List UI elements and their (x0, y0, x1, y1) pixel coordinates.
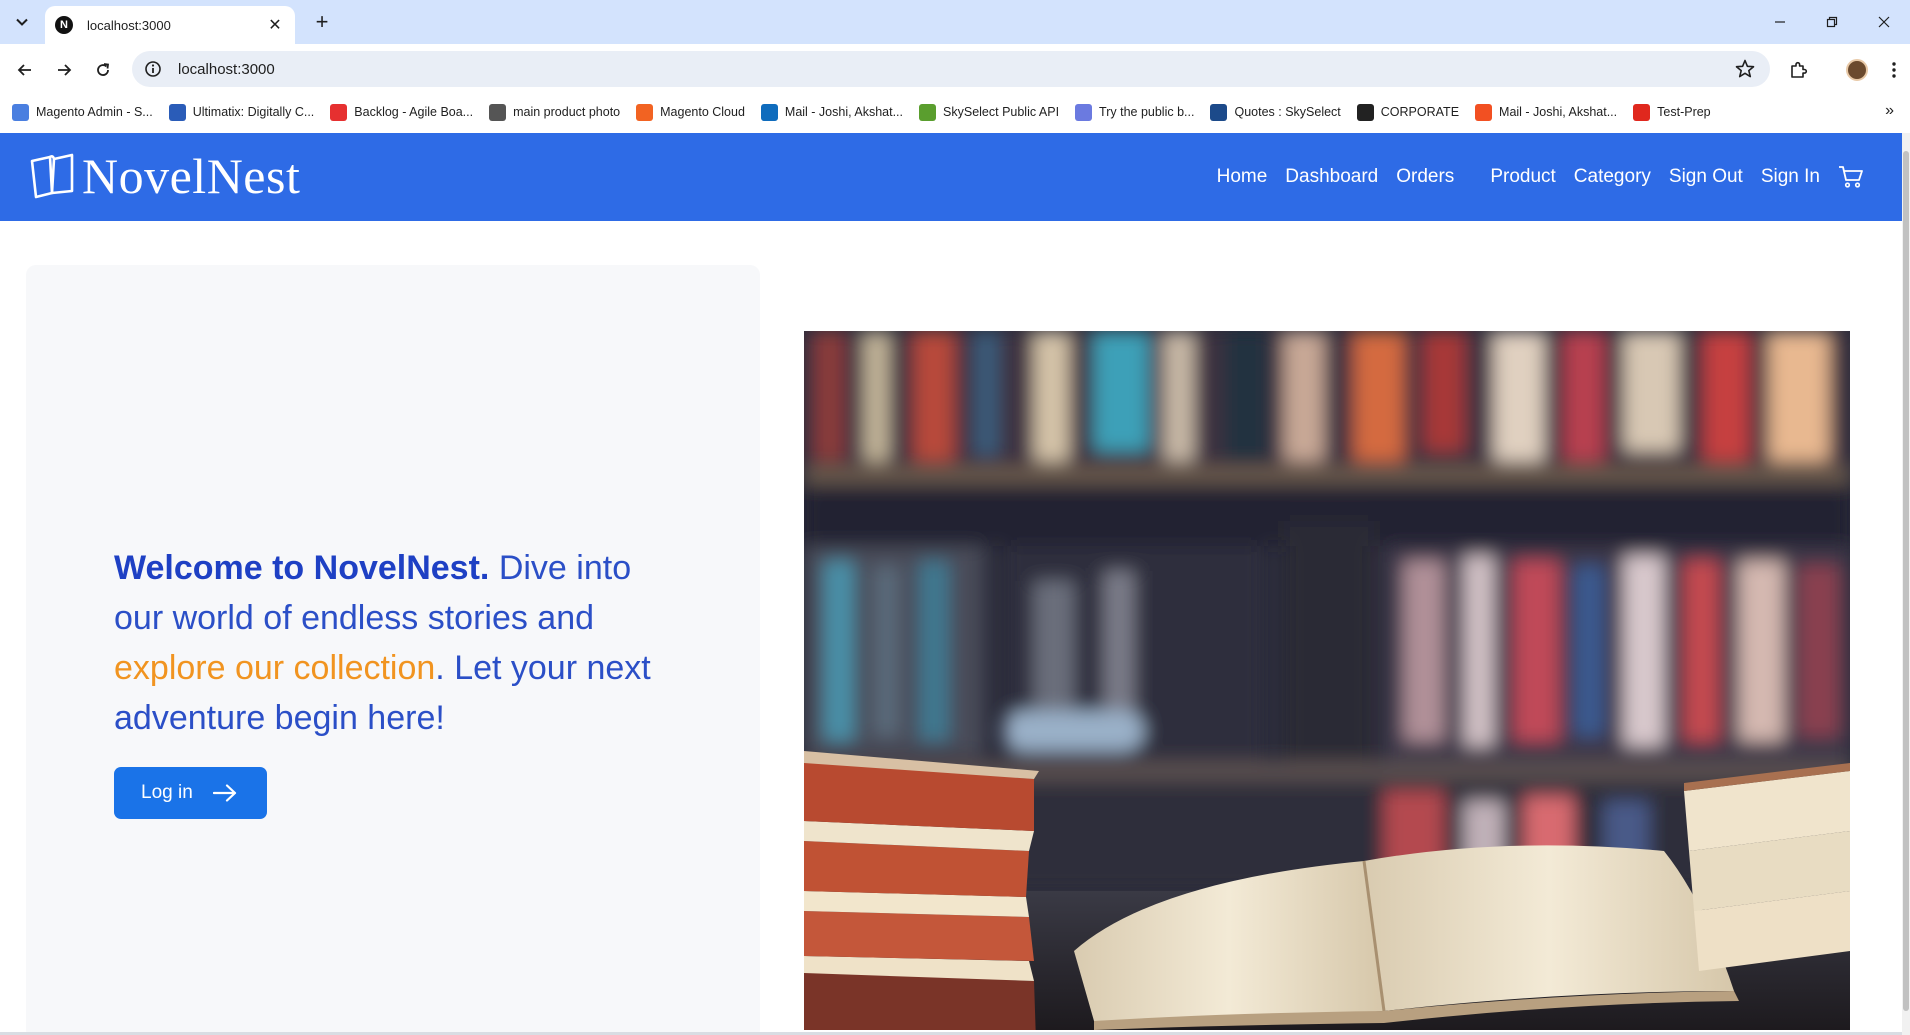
profile-button[interactable] (1842, 55, 1872, 85)
bookmark-item[interactable]: Test-Prep (1633, 103, 1711, 121)
bookmark-item[interactable]: CORPORATE (1356, 103, 1460, 121)
skyselect-api-icon (919, 103, 937, 121)
bookmark-item[interactable]: main product photo (489, 103, 621, 121)
page-scrollbar[interactable] (1902, 133, 1910, 1035)
bookmark-label: SkySelect Public API (943, 105, 1060, 119)
address-bar[interactable]: localhost:3000 (132, 51, 1770, 87)
url-text[interactable]: localhost:3000 (178, 61, 275, 78)
arrow-left-icon (17, 64, 31, 76)
chevron-down-icon (16, 18, 28, 26)
nav-home[interactable]: Home (1217, 166, 1268, 188)
bookmark-label: Mail - Joshi, Akshat... (1499, 105, 1618, 119)
tab-title: localhost:3000 (87, 17, 171, 33)
tab-strip: N localhost:3000 ✕ + (0, 0, 1910, 44)
backlog-icon (330, 103, 348, 121)
hero-heading-accent: explore our collection (114, 649, 436, 687)
magento-cloud-icon (636, 103, 654, 121)
bookmark-item[interactable]: Mail - Joshi, Akshat... (1475, 103, 1618, 121)
login-button[interactable]: Log in (114, 767, 267, 819)
bookmark-label: Quotes : SkySelect (1234, 105, 1341, 119)
back-button[interactable] (10, 55, 40, 85)
bookmark-label: CORPORATE (1380, 105, 1460, 119)
new-tab-button[interactable]: + (308, 8, 336, 36)
nav-sign-in[interactable]: Sign In (1761, 166, 1820, 188)
site-header: NovelNest Home Dashboard Orders Product … (0, 133, 1902, 221)
login-button-label: Log in (141, 782, 193, 803)
bookmark-label: Test-Prep (1657, 105, 1711, 119)
close-icon (1878, 16, 1890, 28)
skyselect-quotes-icon (1210, 103, 1228, 121)
corporate-icon (1356, 103, 1374, 121)
try-public-icon (1075, 103, 1093, 121)
arrow-right-icon (58, 64, 72, 76)
bookmark-item[interactable]: Magento Admin - S... (12, 103, 153, 121)
open-book-icon (30, 153, 74, 199)
scrollbar-thumb[interactable] (1903, 151, 1909, 1011)
forward-button[interactable] (49, 55, 79, 85)
bookmark-label: Ultimatix: Digitally C... (192, 105, 315, 119)
book-stack-left (804, 751, 1039, 1030)
hero-library-image (804, 331, 1850, 1030)
nav-sign-out[interactable]: Sign Out (1669, 166, 1743, 188)
test-prep-icon (1633, 103, 1651, 121)
site-info-icon[interactable] (144, 60, 162, 78)
puzzle-icon (1791, 61, 1808, 78)
ultimatix-icon (168, 103, 186, 121)
outlook-icon (760, 103, 778, 121)
bookmark-item[interactable]: Ultimatix: Digitally C... (168, 103, 315, 121)
microsoft-icon (1475, 103, 1493, 121)
hero-panel: Welcome to NovelNest. Dive into our worl… (26, 265, 760, 1035)
restore-button[interactable] (1806, 0, 1858, 44)
restore-icon (1826, 16, 1838, 28)
extensions-button[interactable] (1783, 55, 1813, 85)
bookmark-label: Mail - Joshi, Akshat... (784, 105, 904, 119)
main-nav: Home Dashboard Orders Product Category S… (1199, 133, 1864, 221)
hero-heading: Welcome to NovelNest. Dive into our worl… (114, 543, 674, 743)
bookmark-item[interactable]: Try the public b... (1075, 103, 1195, 121)
reload-icon (97, 63, 110, 76)
nextjs-favicon-icon: N (55, 16, 73, 34)
nav-category[interactable]: Category (1574, 166, 1651, 188)
bookmark-item[interactable]: Quotes : SkySelect (1210, 103, 1341, 121)
bookmark-item[interactable]: Magento Cloud (636, 103, 745, 121)
site-logo[interactable]: NovelNest (28, 147, 300, 205)
close-window-button[interactable] (1858, 0, 1910, 44)
shopping-cart-icon (1839, 166, 1863, 188)
browser-toolbar: localhost:3000 (0, 44, 1910, 94)
bookmark-label: Try the public b... (1099, 105, 1195, 119)
bookmark-star-icon[interactable] (1734, 58, 1756, 80)
logo-text: NovelNest (82, 148, 301, 204)
bookmark-item[interactable]: Backlog - Agile Boa... (330, 103, 474, 121)
reload-button[interactable] (88, 55, 118, 85)
nav-orders[interactable]: Orders (1396, 166, 1454, 188)
bookmark-label: Backlog - Agile Boa... (354, 105, 474, 119)
tab-search-button[interactable] (8, 10, 36, 34)
cart-button[interactable] (1838, 165, 1864, 189)
bookmark-label: main product photo (513, 105, 621, 119)
close-tab-icon[interactable]: ✕ (265, 15, 285, 35)
more-bookmarks-icon[interactable]: » (1885, 102, 1894, 120)
bookmark-label: Magento Admin - S... (36, 105, 153, 119)
browser-tab[interactable]: N localhost:3000 ✕ (45, 6, 295, 44)
bookmark-item[interactable]: Mail - Joshi, Akshat... (760, 103, 904, 121)
avatar (1846, 59, 1868, 81)
magento-admin-icon (12, 103, 29, 121)
window-controls (1754, 0, 1910, 44)
minimize-button[interactable] (1754, 0, 1806, 44)
browser-menu-button[interactable] (1879, 55, 1909, 85)
browser-window: N localhost:3000 ✕ + localhost:3000 Mage… (0, 0, 1910, 1035)
bookmark-label: Magento Cloud (660, 105, 745, 119)
book-stack-right (1684, 763, 1850, 971)
nav-product[interactable]: Product (1490, 166, 1555, 188)
bookmarks-bar: Magento Admin - S... Ultimatix: Digitally… (0, 94, 1910, 130)
minimize-icon (1775, 21, 1785, 23)
hero-heading-strong: Welcome to NovelNest. (114, 549, 490, 587)
arrow-right-icon (212, 784, 236, 802)
globe-icon (489, 103, 507, 121)
nav-dashboard[interactable]: Dashboard (1285, 166, 1378, 188)
library-books-illustration (804, 331, 1850, 1030)
bookmark-item[interactable]: SkySelect Public API (919, 103, 1060, 121)
more-vertical-icon (1892, 62, 1896, 78)
